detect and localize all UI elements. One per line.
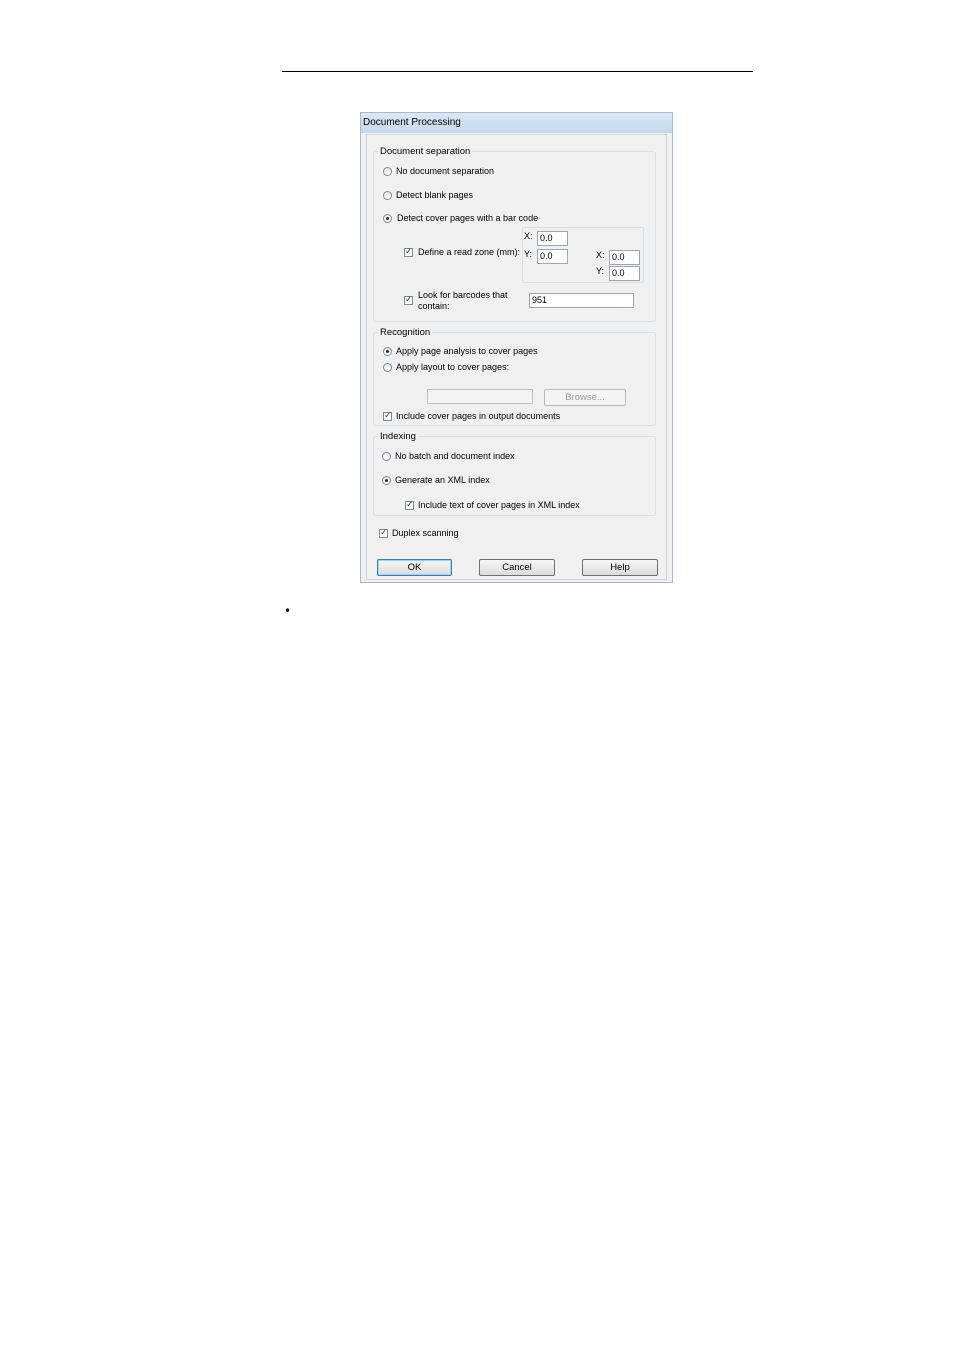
- read-zone-y1-label: Y:: [524, 249, 533, 259]
- recognition-legend: Recognition: [378, 327, 433, 338]
- no-document-separation-label[interactable]: No document separation: [396, 166, 494, 177]
- apply-page-analysis-radio[interactable]: [383, 347, 392, 356]
- dialog-body: Document separation No document separati…: [366, 134, 667, 580]
- define-read-zone-checkbox[interactable]: ✓: [404, 248, 413, 257]
- apply-page-analysis-label[interactable]: Apply page analysis to cover pages: [396, 346, 538, 357]
- read-zone-x1-label: X:: [524, 231, 533, 241]
- read-zone-x2-input[interactable]: 0.0: [609, 250, 640, 265]
- apply-layout-label[interactable]: Apply layout to cover pages:: [396, 362, 509, 373]
- detect-blank-pages-label[interactable]: Detect blank pages: [396, 190, 473, 201]
- cancel-button[interactable]: Cancel: [479, 559, 555, 576]
- help-button[interactable]: Help: [582, 559, 658, 576]
- no-batch-index-radio[interactable]: [382, 452, 391, 461]
- look-for-barcodes-checkbox[interactable]: ✓: [404, 296, 413, 305]
- detect-blank-pages-radio[interactable]: [383, 191, 392, 200]
- generate-xml-index-radio[interactable]: [382, 476, 391, 485]
- include-cover-pages-label[interactable]: Include cover pages in output documents: [396, 411, 560, 422]
- look-for-barcodes-label-line2[interactable]: contain:: [418, 301, 450, 312]
- apply-layout-radio[interactable]: [383, 363, 392, 372]
- read-zone-y1-input[interactable]: 0.0: [537, 249, 568, 264]
- document-separation-legend: Document separation: [378, 146, 473, 157]
- dialog-title: Document Processing: [363, 117, 461, 128]
- read-zone-x1-input[interactable]: 0.0: [537, 231, 568, 246]
- look-for-barcodes-label-line1[interactable]: Look for barcodes that: [418, 290, 508, 301]
- ok-button[interactable]: OK: [377, 559, 452, 576]
- detect-cover-pages-radio[interactable]: [383, 214, 392, 223]
- generate-xml-index-label[interactable]: Generate an XML index: [395, 475, 490, 486]
- barcode-contains-input[interactable]: 951: [529, 293, 634, 308]
- include-cover-pages-checkbox[interactable]: ✓: [383, 412, 392, 421]
- duplex-scanning-checkbox[interactable]: ✓: [379, 529, 388, 538]
- detect-cover-pages-label[interactable]: Detect cover pages with a bar code: [397, 213, 538, 224]
- define-read-zone-label[interactable]: Define a read zone (mm):: [418, 247, 520, 258]
- indexing-legend: Indexing: [378, 431, 418, 442]
- no-batch-index-label[interactable]: No batch and document index: [395, 451, 515, 462]
- layout-path-input[interactable]: [427, 389, 533, 404]
- no-document-separation-radio[interactable]: [383, 167, 392, 176]
- read-zone-x2-label: X:: [596, 250, 605, 260]
- dialog-titlebar[interactable]: Document Processing: [361, 113, 672, 133]
- browse-button[interactable]: Browse...: [544, 389, 626, 406]
- read-zone-y2-label: Y:: [596, 266, 605, 276]
- include-text-cover-pages-label[interactable]: Include text of cover pages in XML index: [418, 500, 580, 511]
- read-zone-y2-input[interactable]: 0.0: [609, 266, 640, 281]
- include-text-cover-pages-checkbox[interactable]: ✓: [405, 501, 414, 510]
- duplex-scanning-label[interactable]: Duplex scanning: [392, 528, 459, 539]
- list-bullet: •: [284, 604, 292, 618]
- document-processing-dialog: Document Processing Document separation …: [360, 112, 673, 583]
- page-header-rule: [282, 71, 753, 72]
